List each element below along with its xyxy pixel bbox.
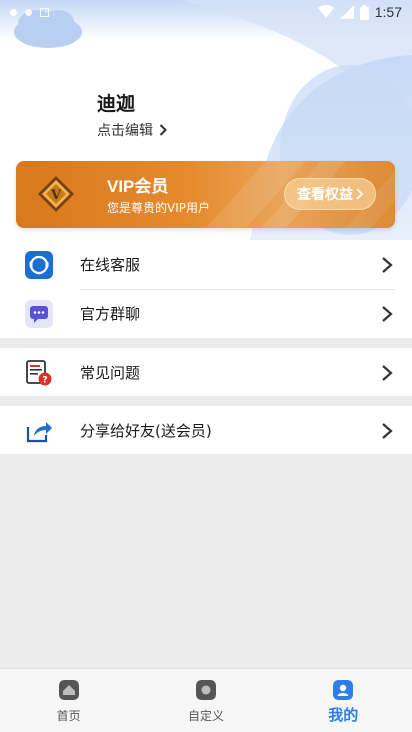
- nav-tab-label: 自定义: [187, 709, 224, 723]
- menu-group-help: ? 常见问题: [0, 348, 412, 396]
- vip-title: VIP会员: [107, 177, 169, 196]
- nav-tab-home[interactable]: 首页: [0, 669, 137, 732]
- status-time: 1:57: [374, 4, 402, 20]
- nav-tab-label: 我的: [328, 706, 359, 724]
- chevron-right-icon: [356, 188, 363, 200]
- view-benefits-label: 查看权益: [297, 187, 353, 203]
- chat-bubble-icon: [25, 300, 53, 328]
- vip-subtitle: 您是尊贵的VIP用户: [107, 201, 210, 215]
- faq-document-icon: ?: [26, 360, 52, 386]
- signal-icon: [339, 5, 354, 19]
- status-bar: 1:57: [0, 0, 412, 24]
- bottom-navigation: 首页 自定义 我的: [0, 668, 412, 732]
- custom-icon: [195, 680, 216, 700]
- edit-profile-label: 点击编辑: [97, 123, 153, 139]
- nav-tab-custom[interactable]: 自定义: [137, 669, 274, 732]
- chevron-right-icon: [382, 306, 393, 322]
- menu-item-faq[interactable]: ? 常见问题: [0, 348, 412, 397]
- vip-diamond-logo-icon: V: [38, 176, 74, 212]
- menu-item-online-service[interactable]: 在线客服: [0, 240, 412, 289]
- menu-item-label: 在线客服: [80, 256, 141, 274]
- settings-dot-icon: [25, 8, 32, 16]
- vip-card[interactable]: V VIP会员 您是尊贵的VIP用户 查看权益: [16, 161, 395, 228]
- chevron-right-icon: [159, 124, 167, 136]
- menu-group-support: 在线客服 官方群聊: [0, 240, 412, 338]
- notification-dot-icon: [10, 8, 17, 16]
- chevron-right-icon: [382, 423, 393, 439]
- home-icon: [58, 680, 79, 700]
- chevron-right-icon: [382, 257, 393, 273]
- chevron-right-icon: [382, 365, 393, 381]
- menu-item-label: 常见问题: [80, 364, 141, 382]
- menu-group-share: 分享给好友(送会员): [0, 406, 412, 454]
- menu-item-share[interactable]: 分享给好友(送会员): [0, 406, 412, 455]
- menu-item-label: 官方群聊: [80, 305, 141, 323]
- share-icon: [26, 422, 52, 443]
- menu-item-label: 分享给好友(送会员): [80, 422, 212, 440]
- profile-header: 1:57 迪迦 点击编辑 V VIP会员 您是尊贵的VIP用户 查看权益: [0, 0, 412, 240]
- nav-tab-mine[interactable]: 我的: [275, 669, 412, 732]
- menu-item-official-group[interactable]: 官方群聊: [0, 289, 412, 338]
- profile-icon: [333, 680, 354, 700]
- wifi-icon: [317, 5, 334, 18]
- svg-text:?: ?: [42, 376, 47, 386]
- vip-logo-letter: V: [50, 188, 62, 203]
- customer-service-icon: [25, 251, 53, 279]
- notification-icons: [10, 7, 49, 17]
- status-right: 1:57: [317, 4, 402, 20]
- app-notification-icon: [40, 7, 49, 17]
- nav-tab-label: 首页: [56, 709, 81, 723]
- username: 迪迦: [97, 93, 136, 115]
- battery-icon: [359, 4, 369, 20]
- view-benefits-button[interactable]: 查看权益: [284, 178, 376, 210]
- edit-profile-link[interactable]: 点击编辑: [97, 120, 167, 140]
